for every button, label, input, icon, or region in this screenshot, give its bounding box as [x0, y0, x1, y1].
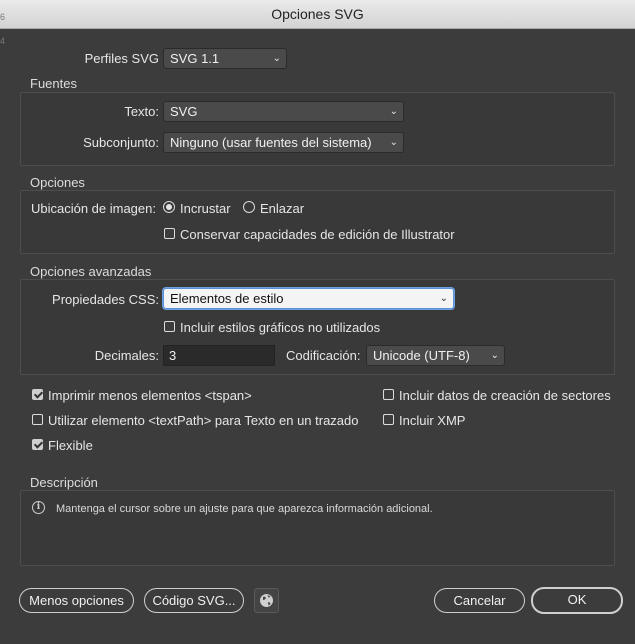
- preserve-editing-label[interactable]: Conservar capacidades de edición de Illu…: [180, 227, 455, 242]
- decimals-value: 3: [169, 348, 177, 363]
- include-xmp-checkbox[interactable]: [383, 414, 394, 425]
- decimals-input[interactable]: 3: [163, 345, 275, 366]
- ok-label: OK: [567, 592, 587, 607]
- advanced-heading: Opciones avanzadas: [30, 264, 152, 279]
- textpath-label[interactable]: Utilizar elemento <textPath> para Texto …: [48, 413, 359, 428]
- web-preview-button[interactable]: [254, 588, 279, 613]
- text-type-value: SVG: [170, 104, 198, 119]
- css-properties-select[interactable]: Elementos de estilo ⌄: [163, 288, 454, 309]
- chevron-down-icon: ⌄: [490, 350, 499, 361]
- svg-code-button[interactable]: Código SVG...: [144, 588, 244, 613]
- ok-button[interactable]: OK: [531, 587, 623, 614]
- text-type-select[interactable]: SVG ⌄: [163, 101, 404, 122]
- svg-code-label: Código SVG...: [152, 593, 236, 608]
- text-type-label: Texto:: [124, 104, 159, 119]
- fewer-tspan-checkbox[interactable]: [32, 389, 43, 400]
- link-radio[interactable]: [243, 201, 255, 213]
- options-group: [20, 190, 615, 254]
- responsive-checkbox[interactable]: [32, 439, 43, 450]
- encoding-select[interactable]: Unicode (UTF-8) ⌄: [366, 345, 505, 366]
- preserve-editing-checkbox[interactable]: [164, 228, 175, 239]
- embed-radio[interactable]: [163, 201, 175, 213]
- css-properties-label: Propiedades CSS:: [52, 292, 159, 307]
- window-titlebar[interactable]: Opciones SVG: [0, 0, 635, 29]
- options-heading: Opciones: [30, 175, 85, 190]
- encoding-value: Unicode (UTF-8): [373, 348, 470, 363]
- svg-profile-select[interactable]: SVG 1.1 ⌄: [163, 48, 287, 69]
- responsive-label[interactable]: Flexible: [48, 438, 93, 453]
- image-location-label: Ubicación de imagen:: [30, 201, 156, 216]
- fewer-tspan-label[interactable]: Imprimir menos elementos <tspan>: [48, 388, 252, 403]
- encoding-label: Codificación:: [286, 348, 361, 363]
- chevron-down-icon: ⌄: [272, 53, 281, 64]
- chevron-down-icon: ⌄: [389, 137, 398, 148]
- decimals-label: Decimales:: [94, 348, 159, 363]
- cancel-label: Cancelar: [453, 593, 506, 608]
- svg-profile-value: SVG 1.1: [170, 51, 220, 66]
- fonts-heading: Fuentes: [30, 76, 77, 91]
- edge-glyph-1: 6: [0, 12, 6, 22]
- css-properties-value: Elementos de estilo: [170, 291, 284, 306]
- info-icon: i: [32, 501, 45, 514]
- description-group: [20, 490, 615, 566]
- subset-select[interactable]: Ninguno (usar fuentes del sistema) ⌄: [163, 132, 404, 153]
- subset-label: Subconjunto:: [83, 135, 159, 150]
- chevron-down-icon: ⌄: [389, 106, 398, 117]
- textpath-checkbox[interactable]: [32, 414, 43, 425]
- slicing-data-checkbox[interactable]: [383, 389, 394, 400]
- embed-label[interactable]: Incrustar: [180, 201, 231, 216]
- unused-styles-checkbox[interactable]: [164, 321, 175, 332]
- link-label[interactable]: Enlazar: [260, 201, 304, 216]
- include-xmp-label[interactable]: Incluir XMP: [399, 413, 465, 428]
- unused-styles-label[interactable]: Incluir estilos gráficos no utilizados: [180, 320, 380, 335]
- slicing-data-label[interactable]: Incluir datos de creación de sectores: [399, 388, 611, 403]
- description-text: Mantenga el cursor sobre un ajuste para …: [56, 503, 433, 515]
- edge-glyph-2: 4: [0, 36, 6, 46]
- svg-profile-label: Perfiles SVG: [84, 51, 159, 66]
- subset-value: Ninguno (usar fuentes del sistema): [170, 135, 372, 150]
- globe-icon: [260, 594, 273, 607]
- cancel-button[interactable]: Cancelar: [434, 588, 525, 613]
- less-options-label: Menos opciones: [29, 593, 124, 608]
- window-title: Opciones SVG: [271, 6, 364, 22]
- description-heading: Descripción: [30, 475, 98, 490]
- chevron-down-icon: ⌄: [439, 293, 448, 304]
- less-options-button[interactable]: Menos opciones: [19, 588, 134, 613]
